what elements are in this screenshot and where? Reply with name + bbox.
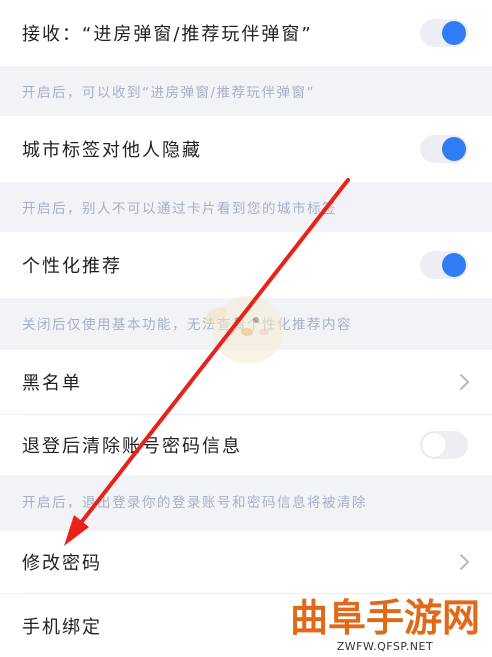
setting-row-clear-on-logout: 退登后清除账号密码信息 (0, 415, 492, 475)
clear-on-logout-description: 开启后，退出登录你的登录账号和密码信息将被清除 (0, 475, 492, 527)
site-watermark: 曲阜手游网 ZWFW.QFSP.NET (282, 596, 488, 654)
toggle-knob (442, 21, 466, 45)
watermark-title: 曲阜手游网 (289, 595, 480, 640)
mascot-watermark-icon (205, 296, 284, 364)
setting-row-hide-city: 城市标签对他人隐藏 (0, 116, 492, 182)
phone-binding-label: 手机绑定 (22, 616, 102, 638)
clear-on-logout-toggle[interactable] (420, 431, 468, 459)
hide-city-description: 开启后，别人不可以通过卡片看到您的城市标签 (0, 182, 492, 232)
watermark-url: ZWFW.QFSP.NET (336, 640, 434, 653)
personalized-toggle[interactable] (420, 251, 468, 279)
hide-city-toggle[interactable] (420, 135, 468, 163)
chevron-right-icon (460, 374, 469, 390)
hide-city-label: 城市标签对他人隐藏 (22, 140, 202, 161)
chevron-right-icon (460, 554, 469, 570)
personalized-label: 个性化推荐 (22, 256, 122, 277)
room-popup-label: 接收：“进房弹窗/推荐玩伴弹窗” (22, 24, 313, 45)
setting-row-room-popup: 接收：“进房弹窗/推荐玩伴弹窗” (0, 0, 492, 66)
toggle-knob (442, 137, 466, 161)
blacklist-label: 黑名单 (22, 373, 82, 394)
clear-on-logout-label: 退登后清除账号密码信息 (22, 436, 242, 457)
toggle-knob (442, 253, 466, 277)
change-password-label: 修改密码 (22, 553, 102, 574)
room-popup-toggle[interactable] (420, 19, 468, 47)
room-popup-description: 开启后，可以收到“进房弹窗/推荐玩伴弹窗” (0, 66, 492, 116)
setting-row-change-password[interactable]: 修改密码 (0, 531, 492, 593)
toggle-knob (422, 433, 446, 457)
